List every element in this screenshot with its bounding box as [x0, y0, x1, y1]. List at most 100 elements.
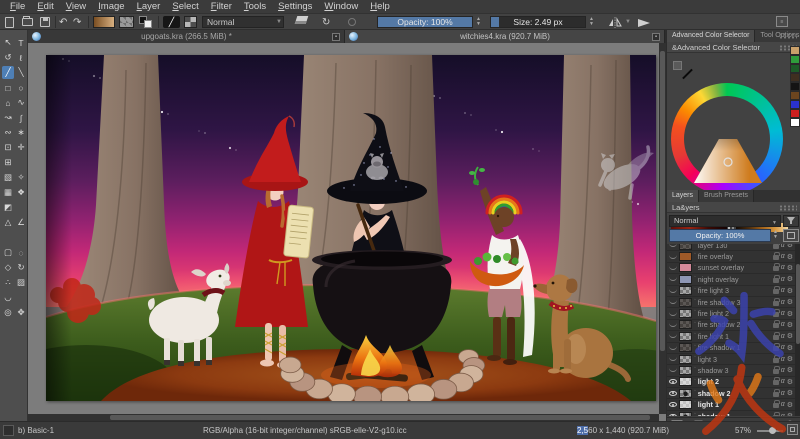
layer-row[interactable]: ◦shadow 2α⚙: [667, 388, 795, 399]
menu-settings[interactable]: Settings: [272, 0, 318, 14]
zoom-slider[interactable]: [757, 430, 783, 432]
layer-name[interactable]: layer 130: [698, 244, 771, 250]
menu-help[interactable]: Help: [364, 0, 396, 14]
lock-icon[interactable]: [773, 415, 779, 416]
undo-button[interactable]: ↶: [59, 16, 67, 28]
lock-icon[interactable]: [773, 255, 779, 260]
pattern-chooser[interactable]: [119, 16, 134, 28]
layer-thumbnail[interactable]: [679, 377, 692, 386]
tab-layers[interactable]: Layers: [667, 190, 699, 202]
layer-thumbnail[interactable]: [679, 343, 692, 352]
layer-row[interactable]: ◦fire shadow 3α⚙: [667, 297, 795, 308]
layer-row[interactable]: ◦light 1α⚙: [667, 399, 795, 410]
layer-settings-icon[interactable]: ⚙: [787, 366, 793, 374]
similar-select-tool[interactable]: ▨: [15, 276, 27, 289]
polygonal-select-tool[interactable]: ◇: [2, 261, 14, 274]
blending-mode-dropdown[interactable]: Normal: [202, 16, 284, 28]
chevron-down-icon[interactable]: ▼: [276, 16, 282, 28]
layer-settings-icon[interactable]: ⚙: [787, 310, 793, 318]
layer-visible-icon[interactable]: [669, 391, 677, 396]
pattern-edit-tool[interactable]: ▦: [2, 186, 14, 199]
layer-name[interactable]: sunset overlay: [698, 263, 771, 272]
layer-hidden-icon[interactable]: [669, 300, 677, 304]
layer-name[interactable]: shadow 2: [698, 389, 771, 398]
close-tab-icon[interactable]: ▪: [652, 33, 660, 41]
eraser-mode-button[interactable]: [295, 16, 309, 24]
layer-settings-icon[interactable]: ⚙: [787, 355, 793, 363]
layer-hidden-icon[interactable]: [669, 312, 677, 316]
history-color-swatch[interactable]: [790, 109, 800, 118]
layer-settings-icon[interactable]: ⚙: [787, 298, 793, 306]
lock-icon[interactable]: [773, 289, 779, 294]
alpha-lock-icon[interactable]: α: [781, 378, 785, 385]
brush-preset-icon[interactable]: [3, 425, 14, 436]
layer-row[interactable]: ◦night overlayα⚙: [667, 274, 795, 285]
layer-hidden-icon[interactable]: [669, 323, 677, 327]
layer-thumbnail[interactable]: [679, 400, 692, 409]
workspace-chooser-button[interactable]: ≡: [776, 16, 788, 27]
layer-thumbnail[interactable]: [679, 412, 692, 416]
tab-witchies4[interactable]: witchies4.kra (920.7 MiB) ▪: [345, 30, 665, 43]
layer-hidden-icon[interactable]: [669, 277, 677, 281]
flow-button[interactable]: [636, 16, 652, 28]
lock-icon[interactable]: [773, 266, 779, 271]
layer-row[interactable]: ◦fire light 3α⚙: [667, 286, 795, 297]
lock-icon[interactable]: [773, 392, 779, 397]
canvas-viewport[interactable]: [28, 43, 666, 421]
lock-icon[interactable]: [773, 312, 779, 317]
fill-tool[interactable]: ◩: [2, 201, 14, 214]
chevron-down-icon[interactable]: ▼: [625, 16, 631, 28]
layer-hidden-icon[interactable]: [669, 368, 677, 372]
layer-name[interactable]: night overlay: [698, 275, 771, 284]
layer-hidden-icon[interactable]: [669, 266, 677, 270]
layer-name[interactable]: light 2: [698, 377, 771, 386]
alpha-lock-icon[interactable]: α: [781, 413, 785, 416]
ellipse-tool[interactable]: ○: [15, 81, 27, 94]
color-sampler-tool[interactable]: ✧: [15, 171, 27, 184]
gradient-chooser[interactable]: [93, 16, 115, 28]
foreground-background-colors[interactable]: [139, 16, 153, 28]
layer-visible-icon[interactable]: [669, 402, 677, 407]
ellipse-select-tool[interactable]: ◌: [15, 246, 27, 259]
layers-scrollbar[interactable]: [795, 244, 800, 416]
drag-grip[interactable]: [779, 33, 797, 39]
freehand-brush-tool[interactable]: ╱: [2, 66, 14, 79]
layer-row[interactable]: ◦fire shadow 2α⚙: [667, 320, 795, 331]
layer-row[interactable]: ◦layer 130α⚙: [667, 244, 795, 251]
layer-thumbnail[interactable]: [679, 320, 692, 329]
edit-brush-settings-button[interactable]: ╱: [163, 16, 180, 28]
layer-hidden-icon[interactable]: [669, 255, 677, 259]
tab-advanced-color-selector[interactable]: Advanced Color Selector: [667, 30, 755, 42]
layer-hidden-icon[interactable]: [669, 346, 677, 350]
shape-select-tool[interactable]: ↖: [2, 36, 14, 49]
layer-name[interactable]: fire light 3: [698, 286, 771, 295]
alpha-lock-icon[interactable]: α: [781, 264, 785, 271]
layer-row[interactable]: ◦fire light 2α⚙: [667, 308, 795, 319]
layer-settings-icon[interactable]: ⚙: [787, 332, 793, 340]
rectangle-tool[interactable]: □: [2, 81, 14, 94]
zoom-tool[interactable]: ◎: [2, 306, 14, 319]
drag-grip[interactable]: [779, 205, 797, 211]
size-slider[interactable]: Size: 2.49 px: [490, 16, 586, 28]
alpha-lock-icon[interactable]: α: [781, 390, 785, 397]
menu-file[interactable]: File: [4, 0, 31, 14]
layer-row[interactable]: ◦fire overlayα⚙: [667, 251, 795, 262]
close-tab-icon[interactable]: ▪: [332, 33, 340, 41]
alpha-lock-icon[interactable]: α: [781, 401, 785, 408]
layer-thumbnail[interactable]: [679, 252, 692, 261]
lock-icon[interactable]: [773, 244, 779, 249]
alpha-lock-icon[interactable]: α: [781, 244, 785, 249]
layer-thumbnail[interactable]: [679, 275, 692, 284]
menu-filter[interactable]: Filter: [205, 0, 238, 14]
alpha-lock-icon[interactable]: α: [781, 299, 785, 306]
layer-thumbnail[interactable]: [679, 309, 692, 318]
layer-thumbnail[interactable]: [679, 263, 692, 272]
layer-thumbnail[interactable]: [679, 286, 692, 295]
layer-row[interactable]: ◦sunset overlayα⚙: [667, 263, 795, 274]
freehand-select-tool[interactable]: ↻: [15, 261, 27, 274]
rect-select-tool[interactable]: ▢: [2, 246, 14, 259]
size-spinner[interactable]: ▲▼: [588, 16, 595, 28]
lock-icon[interactable]: [773, 335, 779, 340]
layer-opacity-spinner[interactable]: ▲▼: [772, 229, 779, 241]
menu-select[interactable]: Select: [166, 0, 204, 14]
